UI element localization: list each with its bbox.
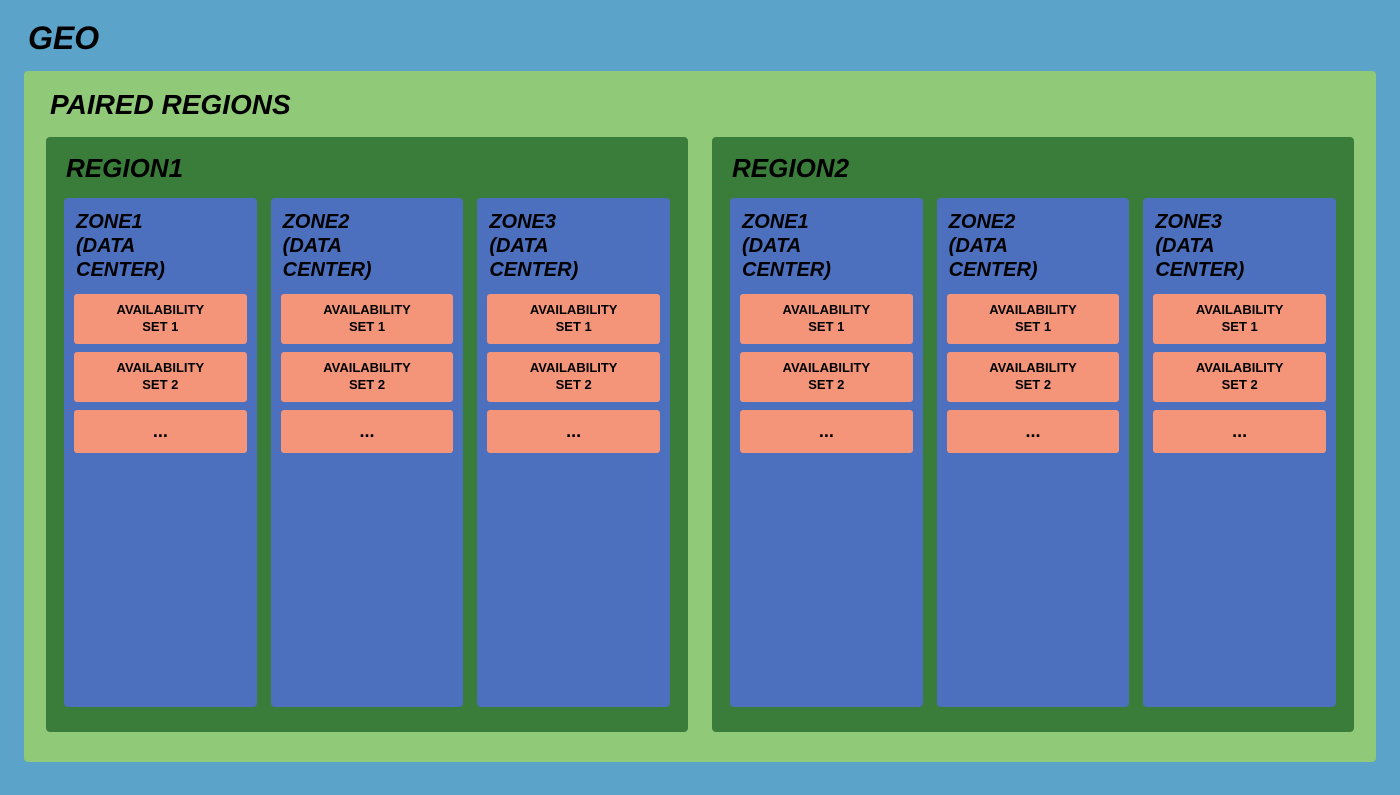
region2-zones-row: ZONE1(DATACENTER) AVAILABILITYSET 1 AVAI…: [730, 198, 1336, 707]
region1-zone2-avset1: AVAILABILITYSET 1: [281, 294, 454, 344]
region1-zone3-avset2: AVAILABILITYSET 2: [487, 352, 660, 402]
region1-zone2-label: ZONE2(DATACENTER): [281, 210, 454, 282]
region1-zone2-avset2: AVAILABILITYSET 2: [281, 352, 454, 402]
region2-zone1-label: ZONE1(DATACENTER): [740, 210, 913, 282]
region1-zone1-ellipsis: ...: [74, 410, 247, 453]
paired-regions-label: PAIRED REGIONS: [46, 89, 1354, 121]
region2-zone1-ellipsis: ...: [740, 410, 913, 453]
region1-zone1-label: ZONE1(DATACENTER): [74, 210, 247, 282]
region2-container: REGION2 ZONE1(DATACENTER) AVAILABILITYSE…: [712, 137, 1354, 732]
region1-zone3-container: ZONE3(DATACENTER) AVAILABILITYSET 1 AVAI…: [477, 198, 670, 707]
region2-zone2-container: ZONE2(DATACENTER) AVAILABILITYSET 1 AVAI…: [937, 198, 1130, 707]
region2-zone3-label: ZONE3(DATACENTER): [1153, 210, 1326, 282]
paired-regions-container: PAIRED REGIONS REGION1 ZONE1(DATACENTER)…: [24, 71, 1376, 762]
region1-zone3-avset1: AVAILABILITYSET 1: [487, 294, 660, 344]
region2-zone2-label: ZONE2(DATACENTER): [947, 210, 1120, 282]
region2-zone3-avset1: AVAILABILITYSET 1: [1153, 294, 1326, 344]
region2-zone3-container: ZONE3(DATACENTER) AVAILABILITYSET 1 AVAI…: [1143, 198, 1336, 707]
regions-row: REGION1 ZONE1(DATACENTER) AVAILABILITYSE…: [46, 137, 1354, 732]
region2-zone1-avset1: AVAILABILITYSET 1: [740, 294, 913, 344]
region1-zone1-container: ZONE1(DATACENTER) AVAILABILITYSET 1 AVAI…: [64, 198, 257, 707]
region1-label: REGION1: [64, 153, 670, 184]
region2-zone2-avset2: AVAILABILITYSET 2: [947, 352, 1120, 402]
region2-zone3-avset2: AVAILABILITYSET 2: [1153, 352, 1326, 402]
region2-zone3-ellipsis: ...: [1153, 410, 1326, 453]
region1-zone2-ellipsis: ...: [281, 410, 454, 453]
region2-zone1-container: ZONE1(DATACENTER) AVAILABILITYSET 1 AVAI…: [730, 198, 923, 707]
region1-zone1-avset1: AVAILABILITYSET 1: [74, 294, 247, 344]
geo-container: GEO PAIRED REGIONS REGION1 ZONE1(DATACEN…: [0, 0, 1400, 795]
region2-label: REGION2: [730, 153, 1336, 184]
geo-label: GEO: [24, 20, 1376, 57]
region1-zone1-avset2: AVAILABILITYSET 2: [74, 352, 247, 402]
region1-container: REGION1 ZONE1(DATACENTER) AVAILABILITYSE…: [46, 137, 688, 732]
region2-zone1-avset2: AVAILABILITYSET 2: [740, 352, 913, 402]
region1-zone2-container: ZONE2(DATACENTER) AVAILABILITYSET 1 AVAI…: [271, 198, 464, 707]
region1-zones-row: ZONE1(DATACENTER) AVAILABILITYSET 1 AVAI…: [64, 198, 670, 707]
region1-zone3-ellipsis: ...: [487, 410, 660, 453]
region2-zone2-avset1: AVAILABILITYSET 1: [947, 294, 1120, 344]
region1-zone3-label: ZONE3(DATACENTER): [487, 210, 660, 282]
region2-zone2-ellipsis: ...: [947, 410, 1120, 453]
